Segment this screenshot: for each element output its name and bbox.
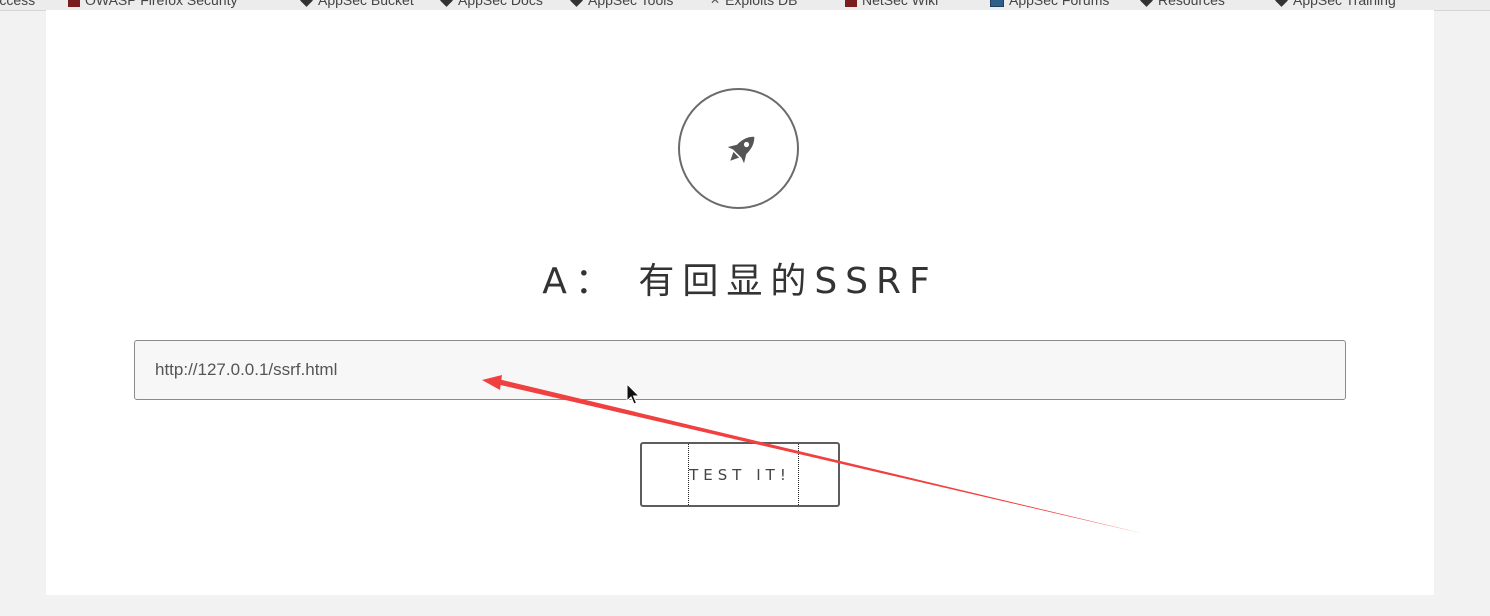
rocket-icon [727,136,755,164]
bookmark-label: AppSec Forums [1009,0,1110,8]
diamond-icon [440,0,453,7]
main-card: A： 有回显的SSRF TEST IT! [46,10,1434,595]
bookmark-label: AppSec Training [1293,0,1396,8]
page-title: A： 有回显的SSRF [542,261,938,302]
bookmark-label: AppSec Bucket [318,0,414,8]
bird-icon: ✕ [710,0,721,7]
doc-icon [990,0,1004,7]
bookmark-item[interactable]: ✕ Exploits DB [710,0,797,8]
bookmark-item[interactable]: NetSec Wiki [845,0,938,8]
bookmark-item[interactable]: OWASP Firefox Security [68,0,237,8]
test-it-button[interactable]: TEST IT! [640,442,840,507]
bookmark-label: AppSec Tools [588,0,674,8]
bookmark-label: OWASP Firefox Security [85,0,238,8]
bookmark-item[interactable]: AppSec Bucket [300,0,414,8]
firefox-icon [845,0,857,7]
firefox-icon [68,0,80,7]
diamond-icon [1275,0,1288,7]
bookmark-label: NetSec Wiki [862,0,939,8]
bookmark-label: Exploits DB [725,0,798,8]
mouse-cursor-icon [626,383,640,405]
test-it-label: TEST IT! [689,466,791,484]
diamond-icon [570,0,583,7]
logo-badge [678,88,799,209]
bookmark-item[interactable]: AppSec Docs [440,0,543,8]
bookmark-item[interactable]: AppSec Training [1275,0,1396,8]
bookmark-item[interactable]: Resources [1140,0,1225,8]
bookmark-label: Resources [1158,0,1225,8]
diamond-icon [300,0,313,7]
bookmark-item[interactable]: AppSec Forums [990,0,1109,8]
bookmark-item[interactable]: Access [0,0,35,8]
bookmark-label: AppSec Docs [458,0,543,8]
url-input[interactable] [134,340,1346,400]
diamond-icon [1140,0,1153,7]
bookmark-label: Access [0,0,36,8]
bookmark-item[interactable]: AppSec Tools [570,0,673,8]
